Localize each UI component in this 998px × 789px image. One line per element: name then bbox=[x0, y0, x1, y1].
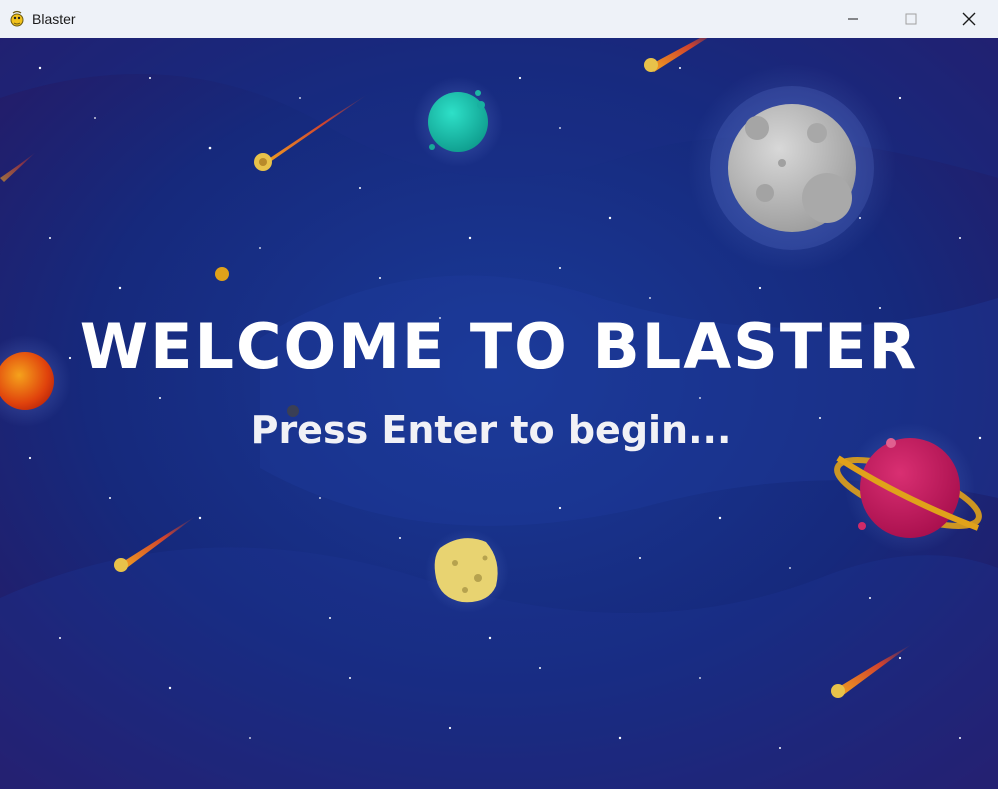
maximize-icon bbox=[905, 13, 917, 25]
game-window: Blaster WELCOME TO BLASTER Press Enter t… bbox=[0, 0, 998, 789]
minimize-button[interactable] bbox=[824, 0, 882, 38]
asteroid bbox=[425, 529, 509, 613]
close-button[interactable] bbox=[940, 0, 998, 38]
moon bbox=[688, 64, 896, 272]
title-bar[interactable]: Blaster bbox=[0, 0, 998, 38]
start-prompt: Press Enter to begin... bbox=[250, 408, 732, 452]
game-canvas[interactable]: WELCOME TO BLASTER Press Enter to begin.… bbox=[0, 38, 998, 789]
welcome-headline: WELCOME TO BLASTER bbox=[79, 310, 919, 383]
teal-planet bbox=[413, 77, 503, 167]
minimize-icon bbox=[848, 18, 858, 20]
small-yellow-moon bbox=[215, 267, 229, 281]
window-title: Blaster bbox=[32, 11, 76, 27]
pygame-snake-icon bbox=[8, 10, 26, 28]
maximize-button[interactable] bbox=[882, 0, 940, 38]
close-icon bbox=[962, 12, 976, 26]
